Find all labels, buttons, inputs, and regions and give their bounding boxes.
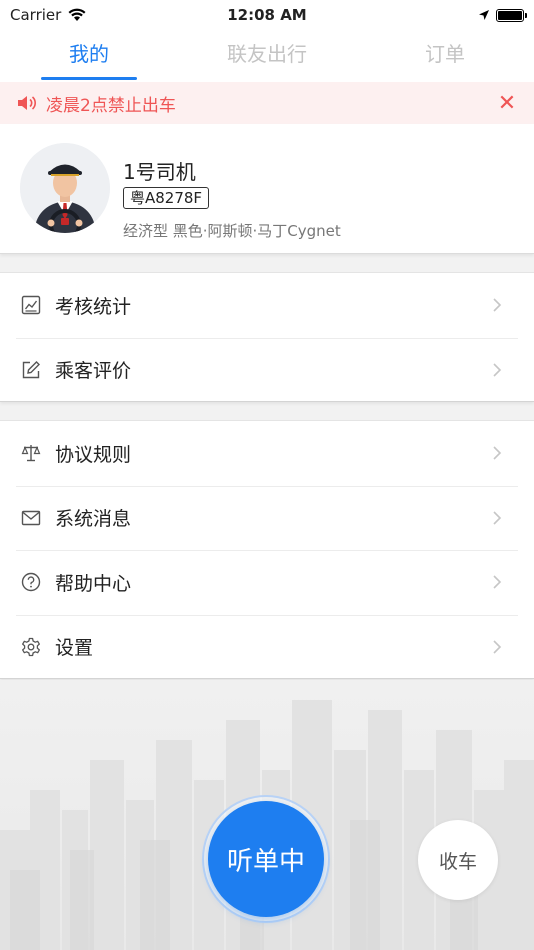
status-bar: Carrier 12:08 AM	[0, 0, 534, 30]
help-icon	[20, 571, 42, 593]
location-arrow-icon	[479, 10, 489, 20]
menu-group-general: 协议规则 系统消息 帮助中心 设置	[0, 420, 534, 679]
wifi-icon	[68, 8, 86, 21]
driver-name: 1号司机	[123, 160, 196, 184]
gear-icon	[20, 636, 42, 658]
top-tabs: 我的 联友出行 订单	[0, 30, 534, 82]
notice-text: 凌晨2点禁止出车	[46, 95, 176, 116]
edit-icon	[20, 359, 42, 381]
scale-icon	[20, 442, 42, 464]
avatar	[20, 143, 110, 233]
speaker-icon	[18, 96, 37, 110]
carrier-label: Carrier	[10, 6, 62, 24]
license-plate: 粤A8278F	[123, 187, 210, 209]
driver-profile-card[interactable]: 1号司机 粤A8278F 经济型 黑色·阿斯顿·马丁Cygnet	[0, 124, 534, 254]
chevron-right-icon	[493, 298, 502, 312]
menu-item-system-messages[interactable]: 系统消息	[0, 485, 534, 551]
chevron-right-icon	[493, 446, 502, 460]
menu-label: 帮助中心	[55, 572, 132, 595]
battery-icon	[496, 8, 527, 22]
menu-label: 考核统计	[55, 295, 132, 318]
chevron-right-icon	[493, 363, 502, 377]
menu-group-stats: 考核统计 乘客评价	[0, 272, 534, 402]
menu-label: 设置	[55, 637, 94, 660]
vehicle-info: 经济型 黑色·阿斯顿·马丁Cygnet	[123, 222, 341, 240]
chevron-right-icon	[493, 640, 502, 654]
menu-label: 乘客评价	[55, 360, 132, 383]
close-icon[interactable]: ✕	[492, 91, 522, 116]
menu-item-help-center[interactable]: 帮助中心	[0, 550, 534, 615]
chart-icon	[20, 294, 42, 316]
go-offline-button[interactable]: 收车	[418, 820, 498, 900]
chevron-right-icon	[493, 575, 502, 589]
chevron-right-icon	[493, 511, 502, 525]
menu-item-settings[interactable]: 设置	[0, 614, 534, 680]
driver-avatar-icon	[20, 143, 110, 233]
status-left: Carrier	[10, 6, 87, 24]
menu-item-passenger-reviews[interactable]: 乘客评价	[0, 337, 534, 403]
menu-item-assessment-stats[interactable]: 考核统计	[0, 273, 534, 338]
tab-lianyou-travel[interactable]: 联友出行	[178, 30, 356, 82]
battery-fill	[498, 10, 522, 20]
tab-orders[interactable]: 订单	[356, 30, 534, 82]
menu-label: 协议规则	[55, 443, 132, 466]
tab-mine[interactable]: 我的	[0, 30, 178, 82]
menu-label: 系统消息	[55, 508, 132, 531]
listening-orders-button[interactable]: 听单中	[208, 801, 324, 917]
status-right	[478, 8, 527, 22]
menu-item-agreement-rules[interactable]: 协议规则	[0, 421, 534, 486]
mail-icon	[20, 507, 42, 529]
notice-banner: 凌晨2点禁止出车 ✕	[0, 82, 534, 124]
